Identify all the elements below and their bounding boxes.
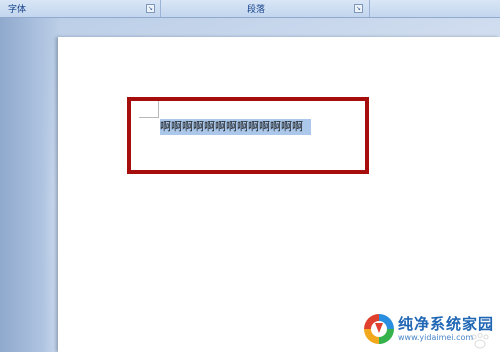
paragraph-group: 段落 ↘ xyxy=(161,0,370,17)
document-page[interactable]: 啊啊啊啊啊啊啊啊啊啊啊啊啊 xyxy=(58,37,500,352)
font-dialog-launcher-icon[interactable]: ↘ xyxy=(146,4,155,13)
font-group-label: 字体 xyxy=(8,5,27,15)
paragraph-group-label: 段落 xyxy=(247,5,266,15)
ribbon-group-label-bar: 字体 ↘ 段落 ↘ xyxy=(0,0,500,18)
styles-group xyxy=(370,0,500,17)
font-group: 字体 ↘ xyxy=(0,0,161,17)
site-logo-icon xyxy=(363,314,394,344)
site-watermark: 纯净系统家园 www.yidaimei.com xyxy=(363,312,494,346)
watermark-title: 纯净系统家园 xyxy=(397,314,494,333)
document-workspace: 啊啊啊啊啊啊啊啊啊啊啊啊啊 xyxy=(0,18,500,352)
paragraph-dialog-launcher-icon[interactable]: ↘ xyxy=(354,4,363,13)
watermark-url: www.yidaimei.com xyxy=(397,332,474,342)
annotation-highlight-box xyxy=(127,97,369,174)
selected-text[interactable]: 啊啊啊啊啊啊啊啊啊啊啊啊啊 xyxy=(160,119,311,135)
workspace-background xyxy=(0,18,60,352)
